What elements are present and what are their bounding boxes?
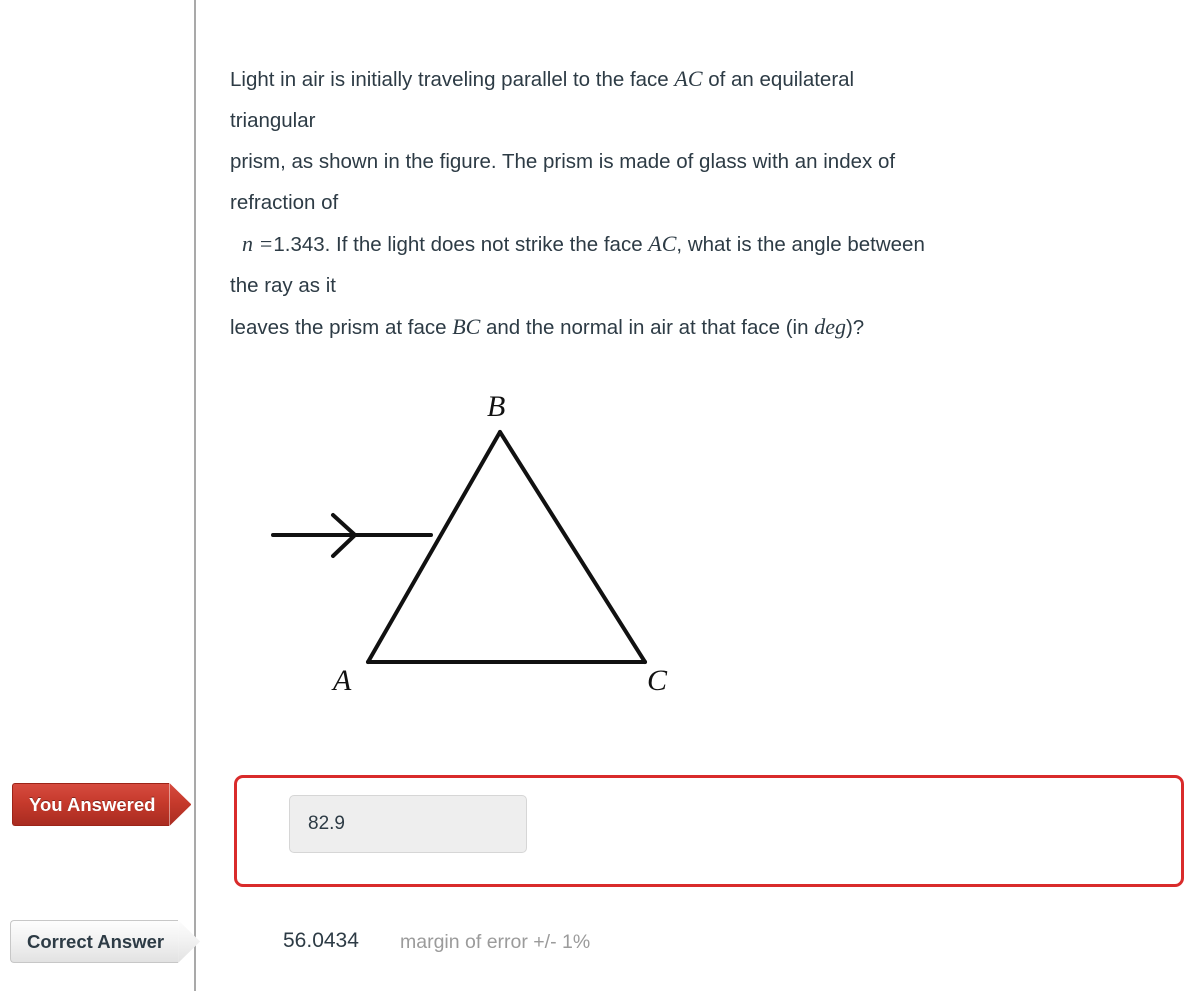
vertex-label-a: A: [331, 664, 352, 697]
status-badge-correct-answer: Correct Answer: [10, 920, 201, 963]
question-line-1-post: of an equilateral: [702, 68, 855, 91]
question-line-4-text: refraction of: [230, 191, 339, 214]
triangle-side-ab: [366, 430, 502, 664]
incident-light-ray: [271, 513, 433, 558]
question-line-7: leaves the prism at face BC and the norm…: [230, 306, 1196, 348]
math-face-ac-1: AC: [674, 66, 703, 91]
margin-of-error-text: margin of error +/- 1%: [400, 931, 591, 953]
question-line-1: Light in air is initially traveling para…: [230, 58, 1196, 100]
question-line-7-mid: and the normal in air at that face (in: [480, 316, 815, 339]
student-answer-input[interactable]: 82.9: [289, 795, 527, 853]
correct-answer-value: 56.0434: [283, 929, 359, 952]
question-line-1-pre: Light in air is initially traveling para…: [230, 68, 675, 91]
answer-panel-incorrect: 82.9: [234, 775, 1184, 887]
question-line-7-tail: )?: [845, 316, 865, 339]
math-deg-unit: deg: [814, 314, 846, 339]
you-answered-label: You Answered: [12, 783, 170, 826]
badge-arrow-tip: [178, 920, 201, 963]
question-line-6: the ray as it: [230, 265, 1196, 306]
question-line-2-text: triangular: [230, 109, 316, 132]
math-face-bc: BC: [452, 314, 481, 339]
correct-answer-label: Correct Answer: [10, 920, 179, 963]
question-line-5-tail: , what is the angle between: [676, 233, 925, 256]
question-line-3-text: prism, as shown in the figure. The prism…: [230, 150, 896, 173]
badge-arrow-tip: [169, 783, 192, 826]
math-face-ac-2: AC: [648, 231, 677, 256]
question-line-7-pre: leaves the prism at face: [230, 316, 453, 339]
question-line-3: prism, as shown in the figure. The prism…: [230, 141, 1196, 182]
correct-answer-row: Correct Answer 56.0434 margin of error +…: [0, 920, 1200, 970]
vertex-label-c: C: [647, 664, 668, 697]
status-badge-you-answered: You Answered: [12, 783, 192, 826]
question-line-5: n =1.343. If the light does not strike t…: [230, 223, 1196, 265]
vertex-label-b: B: [487, 390, 505, 423]
question-text-block: Light in air is initially traveling para…: [230, 58, 1196, 348]
triangle-prism: [366, 430, 647, 664]
question-line-4: refraction of: [230, 182, 1196, 223]
math-n-equals: n =: [242, 231, 274, 256]
prism-diagram-svg: A B C: [271, 390, 668, 697]
refraction-index-value: 1.343. If the light does not strike the …: [273, 233, 649, 256]
student-answer-row: You Answered 82.9: [0, 775, 1200, 895]
prism-figure: A B C: [255, 378, 705, 718]
question-line-6-text: the ray as it: [230, 274, 336, 297]
triangle-side-bc: [498, 430, 647, 664]
question-line-2: triangular: [230, 100, 1196, 141]
